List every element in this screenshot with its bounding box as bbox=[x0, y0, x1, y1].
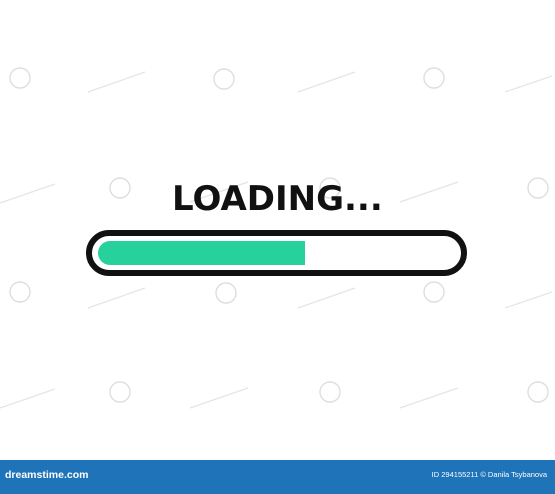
watermark-logo-icon bbox=[319, 381, 341, 403]
watermark-stroke bbox=[297, 287, 356, 309]
watermark-stroke bbox=[189, 387, 249, 409]
watermark-stroke bbox=[399, 387, 459, 409]
loading-progress-bar bbox=[86, 230, 467, 276]
watermark-stroke bbox=[399, 181, 459, 203]
watermark-logo-icon bbox=[423, 281, 445, 303]
watermark-logo-icon bbox=[9, 67, 31, 89]
watermark-stroke bbox=[87, 71, 146, 93]
stock-footer: dreamstime.com ID 294155211 © Danila Tsy… bbox=[0, 460, 555, 494]
footer-brand: dreamstime.com bbox=[5, 469, 89, 481]
watermark-stroke bbox=[0, 183, 56, 204]
loading-title: LOADING... bbox=[172, 179, 383, 219]
watermark-logo-icon bbox=[9, 281, 31, 303]
loading-banner: LOADING... dreamstime.com ID 294155211 ©… bbox=[0, 0, 555, 494]
watermark-stroke bbox=[297, 71, 356, 93]
watermark-logo-icon bbox=[109, 177, 131, 199]
watermark-stroke bbox=[504, 75, 553, 93]
watermark-stroke bbox=[504, 291, 553, 309]
watermark-logo-icon bbox=[109, 381, 131, 403]
watermark-logo-icon bbox=[213, 68, 235, 90]
footer-credit: ID 294155211 © Danila Tsybanova bbox=[431, 470, 547, 479]
watermark-logo-icon bbox=[527, 381, 549, 403]
watermark-stroke bbox=[87, 287, 146, 309]
watermark-logo-icon bbox=[215, 282, 237, 304]
watermark-logo-icon bbox=[527, 177, 549, 199]
loading-progress-fill bbox=[98, 241, 305, 265]
watermark-stroke bbox=[0, 388, 56, 409]
watermark-logo-icon bbox=[423, 67, 445, 89]
